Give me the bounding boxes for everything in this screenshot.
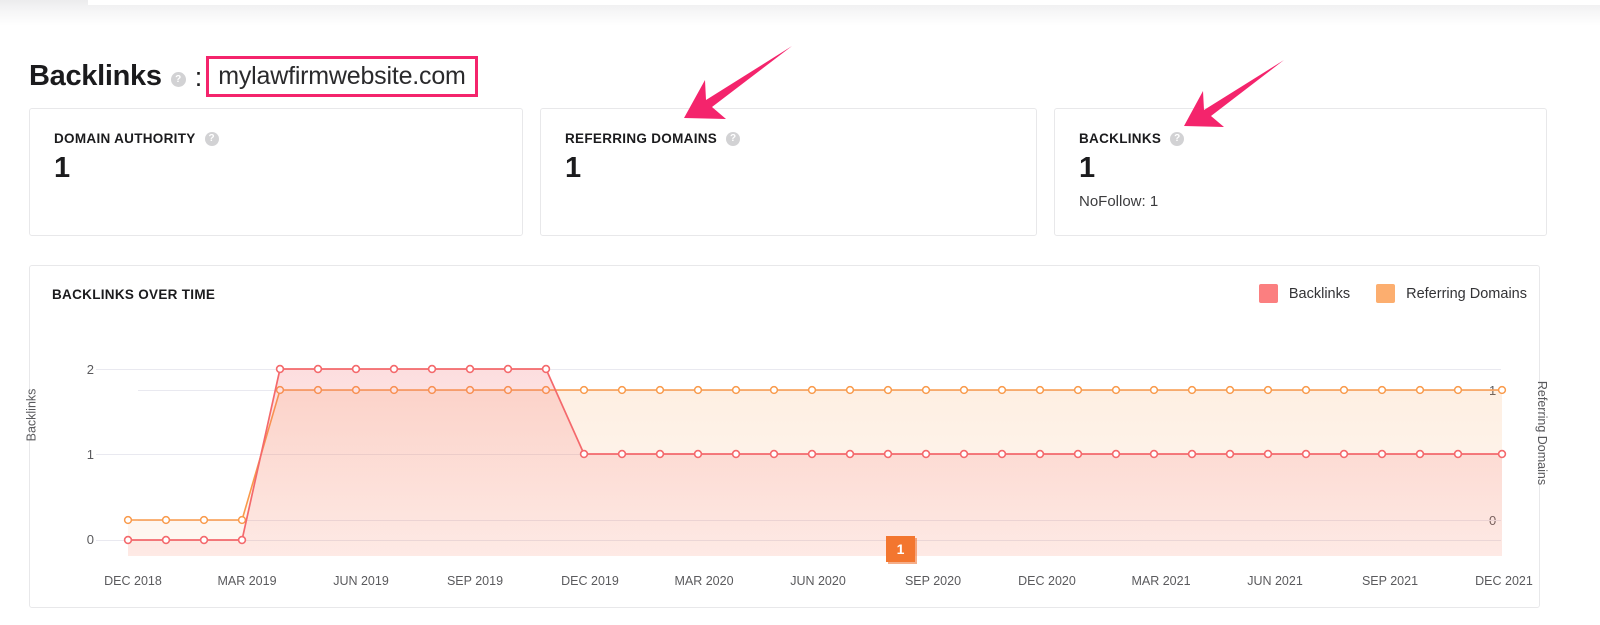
x-tick-label: MAR 2019 <box>217 574 277 588</box>
x-tick-label: SEP 2021 <box>1361 574 1419 588</box>
card-label: REFERRING DOMAINS <box>565 131 718 146</box>
help-icon[interactable]: ? <box>726 131 741 146</box>
stat-cards: DOMAIN AUTHORITY ? 1 REFERRING DOMAINS ?… <box>29 108 1547 236</box>
card-value: 1 <box>1079 152 1096 184</box>
card-header: REFERRING DOMAINS ? <box>565 131 1012 146</box>
card-referring-domains: REFERRING DOMAINS ? 1 <box>540 108 1037 236</box>
backlinks-dashboard: Backlinks ? : mylawfirmwebsite.com DOMAI… <box>0 0 1600 625</box>
card-header: BACKLINKS ? <box>1079 131 1522 146</box>
page-header: Backlinks ? : mylawfirmwebsite.com <box>29 56 478 98</box>
card-backlinks: BACKLINKS ? 1 NoFollow: 1 <box>1054 108 1547 236</box>
top-shadow-cut <box>88 0 1600 5</box>
card-header: DOMAIN AUTHORITY ? <box>54 131 498 146</box>
card-domain-authority: DOMAIN AUTHORITY ? 1 <box>29 108 523 236</box>
chart-plot-area: Backlinks Referring Domains 2 1 0 1 0 <box>24 266 1548 609</box>
card-label: DOMAIN AUTHORITY <box>54 131 196 146</box>
card-value: 1 <box>54 152 71 184</box>
x-tick-label: JUN 2019 <box>333 574 389 588</box>
x-tick-label: MAR 2021 <box>1131 574 1191 588</box>
help-icon[interactable]: ? <box>170 71 186 87</box>
x-axis-marker-badge[interactable]: 1 <box>886 536 915 562</box>
card-value: 1 <box>565 152 582 184</box>
domain-name: mylawfirmwebsite.com <box>218 62 466 90</box>
page-title: Backlinks <box>29 60 162 93</box>
card-label: BACKLINKS <box>1079 131 1162 146</box>
x-tick-label: MAR 2020 <box>674 574 734 588</box>
backlinks-over-time-card: BACKLINKS OVER TIME Backlinks Referring … <box>24 265 1549 609</box>
help-icon[interactable]: ? <box>1170 131 1185 146</box>
card-subvalue: NoFollow: 1 <box>1079 193 1159 211</box>
x-tick-label: DEC 2018 <box>104 574 162 588</box>
x-tick-label: SEP 2019 <box>446 574 504 588</box>
x-tick-label: SEP 2020 <box>904 574 962 588</box>
chart-svg <box>96 364 1507 556</box>
help-icon[interactable]: ? <box>204 131 219 146</box>
x-tick-label: JUN 2021 <box>1247 574 1303 588</box>
x-tick-label: DEC 2019 <box>561 574 619 588</box>
x-tick-label: JUN 2020 <box>790 574 846 588</box>
x-tick-label: DEC 2020 <box>1018 574 1076 588</box>
title-separator: : <box>194 62 203 93</box>
domain-highlight-box: mylawfirmwebsite.com <box>206 56 478 98</box>
x-tick-label: DEC 2021 <box>1475 574 1533 588</box>
